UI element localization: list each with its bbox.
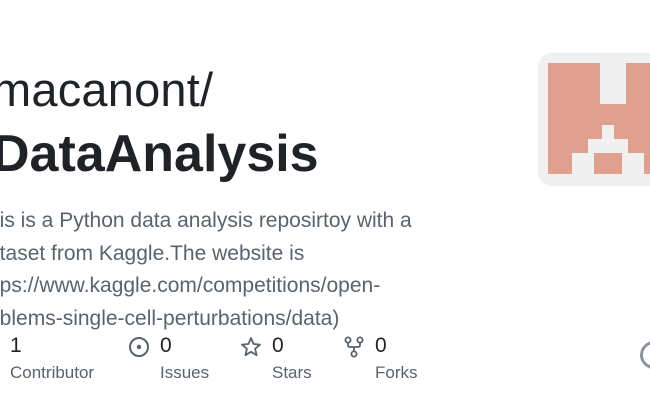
description-line-1: his is a Python data analysis reposirtoy… bbox=[0, 209, 412, 232]
description-line-2: ataset from Kaggle.The website is bbox=[0, 241, 305, 265]
issues-label: Issues bbox=[160, 363, 210, 382]
star-icon bbox=[241, 337, 261, 357]
issues-count: 0 bbox=[160, 334, 172, 357]
issues-icon bbox=[129, 337, 149, 357]
owner-identicon-avatar bbox=[538, 53, 650, 186]
description-line-4: oblems-single-cell-perturbations/data) bbox=[0, 306, 340, 330]
stars-count: 0 bbox=[272, 334, 284, 357]
repo-name[interactable]: DataAnalysis bbox=[0, 124, 319, 184]
contributors-label: Contributor bbox=[10, 363, 95, 382]
contributors-count: 1 bbox=[10, 334, 22, 357]
fork-icon bbox=[344, 336, 364, 358]
github-logo-icon bbox=[640, 341, 650, 369]
stars-label: Stars bbox=[272, 363, 312, 382]
repo-owner[interactable]: macanont/ bbox=[0, 62, 213, 117]
forks-count: 0 bbox=[375, 334, 387, 357]
forks-label: Forks bbox=[375, 363, 418, 382]
identicon-icon bbox=[548, 63, 650, 174]
description-line-3: ttps://www.kaggle.com/competitions/open- bbox=[0, 274, 381, 297]
repo-description: his is a Python data analysis reposirtoy… bbox=[0, 205, 448, 335]
